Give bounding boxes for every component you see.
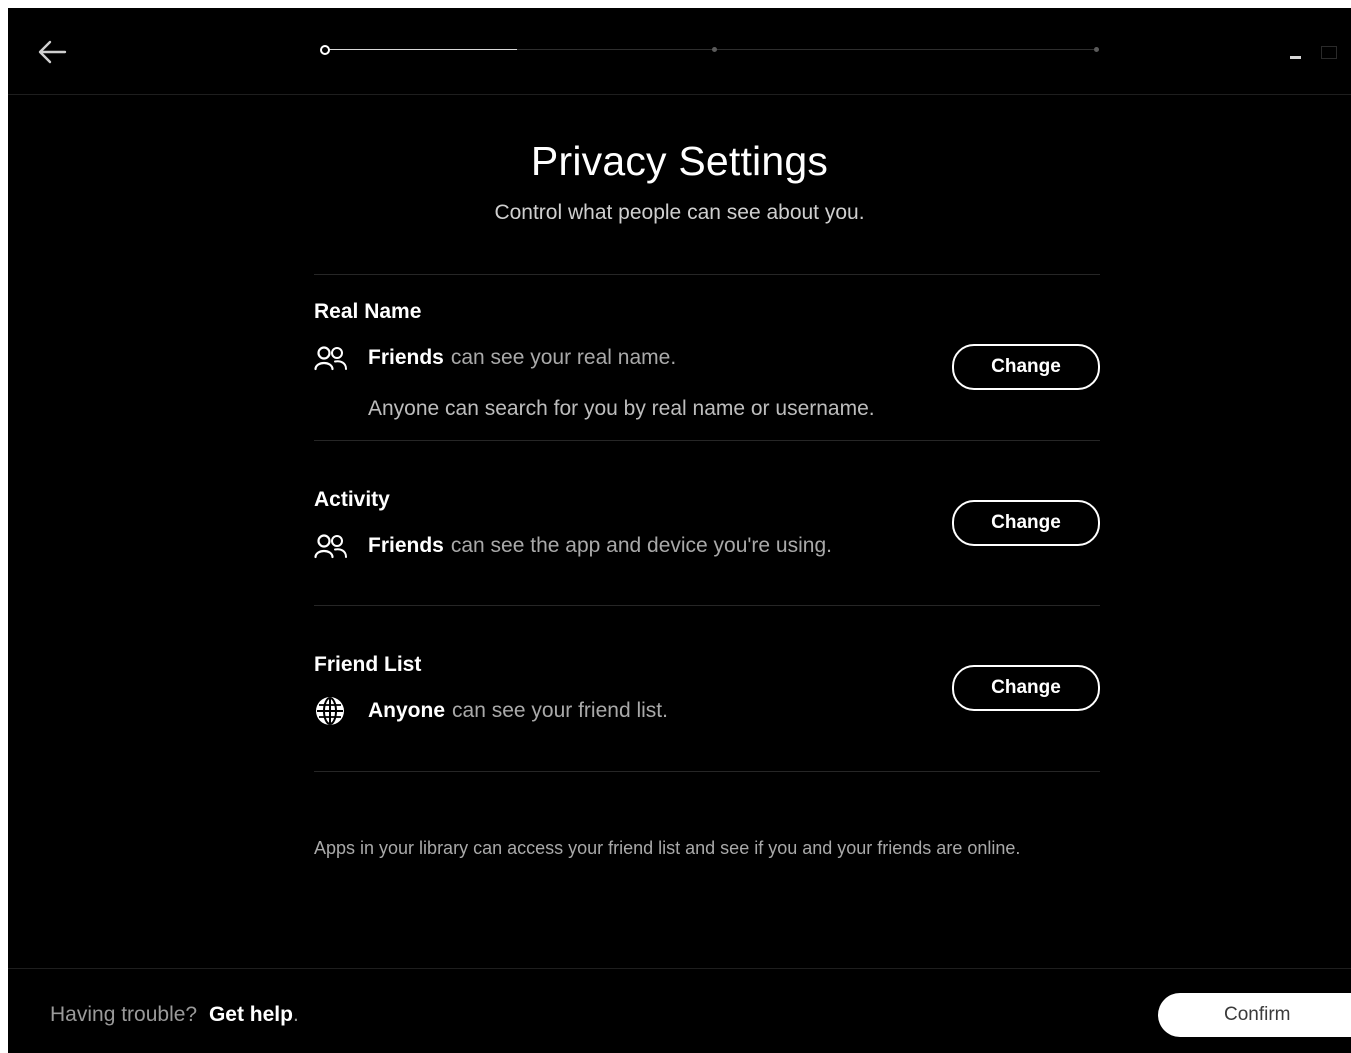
top-bar bbox=[8, 8, 1351, 95]
progress-fill bbox=[324, 49, 517, 50]
audience-label: Friends bbox=[368, 346, 444, 369]
setting-description: can see your real name. bbox=[450, 346, 677, 369]
divider bbox=[314, 440, 1100, 441]
section-activity: Activity Friends can see the app and dev… bbox=[314, 488, 1100, 568]
maximize-icon[interactable] bbox=[1321, 46, 1337, 59]
change-activity-button[interactable]: Change bbox=[952, 500, 1100, 546]
setup-progress bbox=[320, 44, 1100, 56]
help-prefix: Having trouble? bbox=[50, 1003, 198, 1026]
page-title: Privacy Settings bbox=[530, 138, 829, 184]
divider bbox=[314, 605, 1100, 606]
section-title: Real Name bbox=[314, 300, 422, 323]
footnote: Apps in your library can access your fri… bbox=[314, 838, 1021, 858]
section-title: Activity bbox=[314, 488, 390, 511]
progress-step-2 bbox=[712, 47, 717, 52]
divider bbox=[314, 274, 1100, 275]
divider bbox=[314, 771, 1100, 772]
setting-row: Friends can see your real name. bbox=[314, 344, 676, 372]
audience-label: Anyone bbox=[368, 699, 446, 722]
back-button[interactable] bbox=[34, 34, 70, 70]
section-real-name: Real Name Friends can see your real name… bbox=[314, 300, 1100, 430]
page-subtitle: Control what people can see about you. bbox=[494, 201, 865, 224]
friends-icon bbox=[314, 344, 348, 372]
progress-step-1 bbox=[320, 45, 330, 55]
friends-icon bbox=[314, 532, 348, 560]
change-friend-list-button[interactable]: Change bbox=[952, 665, 1100, 711]
setting-description: can see the app and device you're using. bbox=[450, 534, 832, 557]
confirm-button[interactable]: Confirm bbox=[1158, 993, 1351, 1037]
minimize-icon[interactable] bbox=[1290, 56, 1301, 59]
globe-icon bbox=[314, 697, 348, 725]
arrow-left-icon bbox=[38, 40, 67, 64]
progress-step-3 bbox=[1094, 47, 1099, 52]
section-title: Friend List bbox=[314, 653, 422, 676]
footer-bar: Having trouble? Get help. Confirm bbox=[8, 968, 1351, 1053]
section-friend-list: Friend List Anyone can see your friend l… bbox=[314, 653, 1100, 733]
help-suffix: . bbox=[292, 1003, 299, 1026]
setting-description: can see your friend list. bbox=[452, 699, 668, 722]
get-help-link[interactable]: Get help bbox=[209, 1003, 293, 1026]
setting-row: Friends can see the app and device you'r… bbox=[314, 532, 832, 560]
app-window: Privacy Settings Control what people can… bbox=[8, 8, 1351, 1053]
setting-extra-note: Anyone can search for you by real name o… bbox=[368, 397, 875, 420]
audience-label: Friends bbox=[368, 534, 444, 557]
change-real-name-button[interactable]: Change bbox=[952, 344, 1100, 390]
setting-row: Anyone can see your friend list. bbox=[314, 697, 668, 725]
help-text: Having trouble? Get help. bbox=[50, 1003, 299, 1027]
